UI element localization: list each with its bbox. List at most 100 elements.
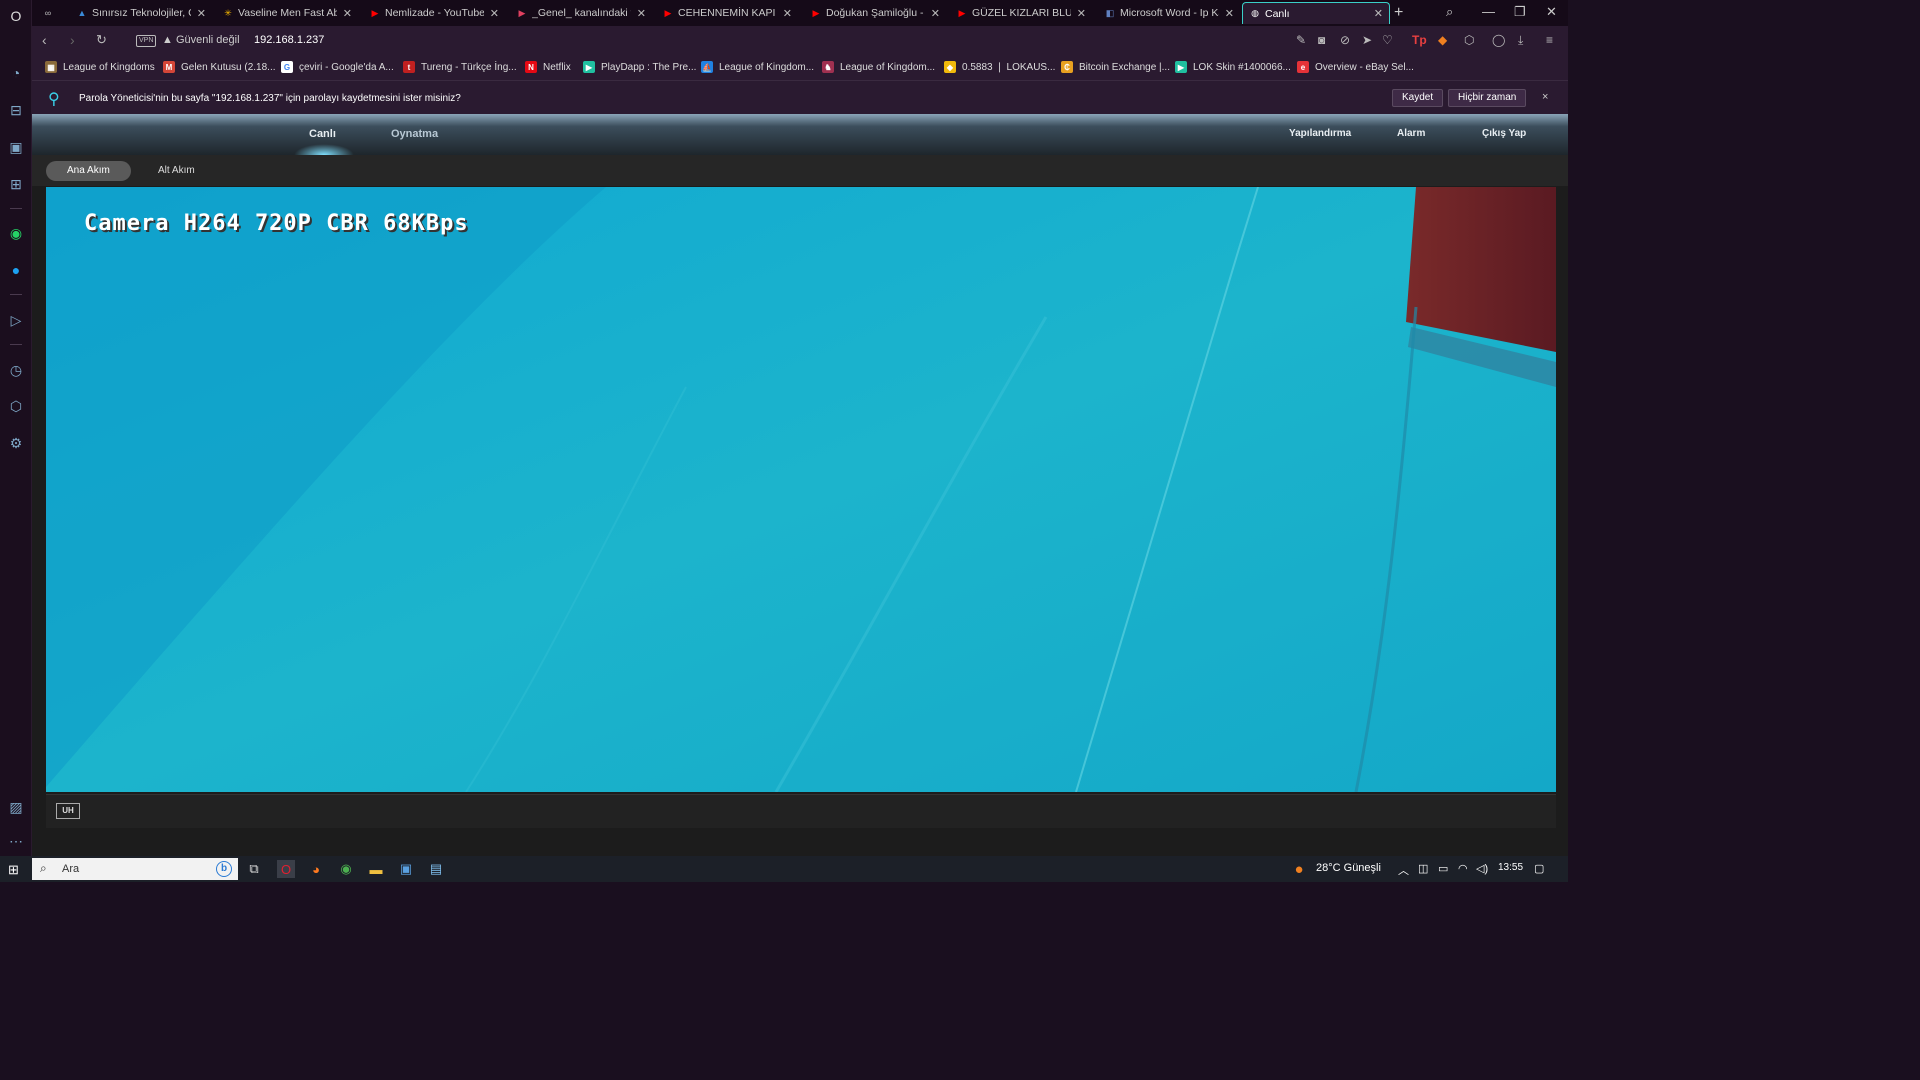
weather-text[interactable]: 28°C Güneşli xyxy=(1316,862,1381,874)
windows-start-icon[interactable]: ⊞ xyxy=(8,862,19,878)
never-save-button[interactable]: Hiçbir zaman xyxy=(1448,89,1527,107)
close-tab-icon[interactable]: ✕ xyxy=(490,7,499,20)
close-tab-icon[interactable]: ✕ xyxy=(931,7,940,20)
back-icon[interactable]: ‹ xyxy=(42,32,47,48)
video-feed[interactable]: Camera H264 720P CBR 68KBps xyxy=(46,187,1556,792)
twitter-icon[interactable]: ● xyxy=(7,261,25,279)
nav-playback[interactable]: Oynatma xyxy=(391,128,438,140)
wifi-icon[interactable]: ◠ xyxy=(1458,862,1468,875)
close-window-icon[interactable]: ✕ xyxy=(1546,4,1557,20)
new-tab-icon[interactable]: + xyxy=(1394,4,1403,22)
opera-taskbar-icon[interactable]: O xyxy=(277,860,295,878)
bookmark-item[interactable]: ▶ LOK Skin #1400066... xyxy=(1175,61,1291,73)
download-icon[interactable]: ⤓ xyxy=(1518,33,1523,48)
settings-icon[interactable]: ⚙ xyxy=(7,434,25,452)
chrome-icon[interactable]: ◉ xyxy=(337,860,355,878)
bookmark-item[interactable]: ⛵ League of Kingdom... xyxy=(701,61,814,73)
bookmark-item[interactable]: ◆ 0.5883 ❘ LOKAUS... xyxy=(944,61,1055,73)
close-tab-icon[interactable]: ✕ xyxy=(637,7,646,20)
tray-app-icon[interactable]: ◫ xyxy=(1418,862,1428,875)
browser-tab[interactable]: ▲ Sınırsız Teknolojiler, Gü ✕ xyxy=(70,2,212,24)
bookmark-item[interactable]: ▶ PlayDapp : The Pre... xyxy=(583,61,696,73)
vpn-badge[interactable]: VPN xyxy=(136,35,157,47)
browser-tab[interactable]: ▶ Doğukan Şamiloğlu - Yo ✕ xyxy=(804,2,946,24)
crypto-wallet-icon[interactable]: ⬡ xyxy=(7,397,25,415)
send-icon[interactable]: ➤ xyxy=(1362,33,1372,47)
extensions-icon[interactable]: ⬡ xyxy=(1464,33,1474,47)
snapshot-icon[interactable]: ✎ xyxy=(1296,33,1306,47)
hd-toggle-button[interactable]: UH xyxy=(56,803,80,819)
tab-sub-stream[interactable]: Alt Akım xyxy=(137,161,216,181)
file-explorer-icon[interactable]: ▬ xyxy=(367,860,385,878)
reload-icon[interactable]: ↻ xyxy=(96,32,107,48)
player-icon[interactable]: ▷ xyxy=(7,311,25,329)
taskbar-search[interactable]: ⌕ Ara b xyxy=(32,858,238,880)
browser-tab[interactable]: ▶ _Genel_ kanalındaki top ✕ xyxy=(510,2,652,24)
save-password-button[interactable]: Kaydet xyxy=(1392,89,1444,107)
menu-icon[interactable]: ≡ xyxy=(1546,33,1553,47)
bookmark-item[interactable]: t Tureng - Türkçe İng... xyxy=(403,61,517,73)
browser-tab[interactable]: ✳ Vaseline Men Fast Abso ✕ xyxy=(216,2,358,24)
restore-icon[interactable]: ❐ xyxy=(1514,4,1526,20)
heart-icon[interactable]: ♡ xyxy=(1382,33,1393,47)
weather-icon[interactable]: ● xyxy=(1290,860,1308,878)
bookmark-item[interactable]: Gçeviri - Google'da A... xyxy=(281,61,394,73)
adblock-icon[interactable]: ⊘ xyxy=(1340,33,1350,47)
gallery-icon[interactable]: ▨ xyxy=(7,798,25,816)
notifications-icon[interactable]: ▢ xyxy=(1534,862,1544,875)
history-icon[interactable]: ◷ xyxy=(7,361,25,379)
task-view-icon[interactable]: ⧉ xyxy=(245,860,263,878)
store-icon[interactable]: ⊟ xyxy=(7,101,25,119)
minimize-icon[interactable]: — xyxy=(1482,4,1495,19)
tray-chevron-icon[interactable]: ︿ xyxy=(1398,862,1409,878)
nav-alarm[interactable]: Alarm xyxy=(1397,128,1425,139)
nav-live[interactable]: Canlı xyxy=(309,128,336,140)
browser-tab[interactable]: ▶ GÜZEL KIZLARI BLUETO ✕ xyxy=(950,2,1092,24)
close-tab-icon[interactable]: ✕ xyxy=(783,7,792,20)
close-password-bar-button[interactable]: × xyxy=(1542,91,1548,103)
browser-tab[interactable]: ▶ Nemlizade - YouTube ✕ xyxy=(363,2,505,24)
forward-icon[interactable]: › xyxy=(70,32,75,48)
nav-configuration[interactable]: Yapılandırma xyxy=(1289,128,1351,139)
close-tab-icon[interactable]: ✕ xyxy=(197,7,206,20)
profile-icon[interactable]: ◯ xyxy=(1492,33,1505,47)
metamask-icon[interactable]: ◆ xyxy=(1438,33,1447,47)
close-tab-icon[interactable]: ✕ xyxy=(1077,7,1086,20)
bookmark-item[interactable]: e Overview - eBay Sel... xyxy=(1297,61,1414,73)
twitch-icon[interactable]: ▣ xyxy=(7,138,25,156)
bookmark-item[interactable]: ♞ League of Kingdom... xyxy=(822,61,935,73)
close-tab-icon[interactable]: ✕ xyxy=(1225,7,1234,20)
bookmark-item[interactable]: N Netflix xyxy=(525,61,571,73)
video-frame-image xyxy=(46,187,1556,792)
browser-tab[interactable]: ◧ Microsoft Word - Ip Kar ✕ xyxy=(1098,2,1240,24)
clock[interactable]: 13:55 xyxy=(1498,862,1523,873)
browser-tab[interactable]: ◍ Canlı ✕ xyxy=(1242,2,1390,24)
app-icon[interactable]: ▣ xyxy=(397,860,415,878)
more-icon[interactable]: ⋯ xyxy=(7,832,25,850)
camera-icon[interactable]: ◙ xyxy=(1318,33,1325,47)
remote-desktop-icon[interactable]: ▤ xyxy=(427,860,445,878)
battery-icon[interactable]: ▭ xyxy=(1438,862,1448,875)
bing-icon[interactable]: b xyxy=(216,861,232,877)
bookmark-item[interactable]: ₵ Bitcoin Exchange |... xyxy=(1061,61,1170,73)
volume-icon[interactable]: ◁) xyxy=(1476,862,1488,875)
tureng-icon: t xyxy=(403,61,415,73)
speed-dial-icon[interactable]: ◔ xyxy=(7,64,25,82)
browser-tab[interactable]: ▶ CEHENNEMİN KAPI ✕ xyxy=(656,2,798,24)
url-field[interactable]: 192.168.1.237 xyxy=(254,34,324,46)
tp-extension-icon[interactable]: Tp xyxy=(1412,33,1427,47)
tab-workspace-icon[interactable]: ∞ xyxy=(36,2,60,24)
tab-main-stream[interactable]: Ana Akım xyxy=(46,161,131,181)
security-indicator[interactable]: ▲ Güvenli değil xyxy=(162,34,240,46)
firefox-icon[interactable]: ◕ xyxy=(307,860,325,878)
bookmark-item[interactable]: M Gelen Kutusu (2.18... xyxy=(163,61,276,73)
close-tab-icon[interactable]: ✕ xyxy=(1374,7,1383,20)
close-tab-icon[interactable]: ✕ xyxy=(343,7,352,20)
opera-logo-icon[interactable]: O xyxy=(7,7,25,25)
nav-logout[interactable]: Çıkış Yap xyxy=(1482,128,1526,139)
whatsapp-icon[interactable]: ◉ xyxy=(7,224,25,242)
extension-icon[interactable]: ⊞ xyxy=(7,175,25,193)
lok-icon: ▦ xyxy=(45,61,57,73)
search-tabs-icon[interactable]: ⌕ xyxy=(1446,4,1453,20)
bookmark-item[interactable]: ▦ League of Kingdoms xyxy=(45,61,155,73)
